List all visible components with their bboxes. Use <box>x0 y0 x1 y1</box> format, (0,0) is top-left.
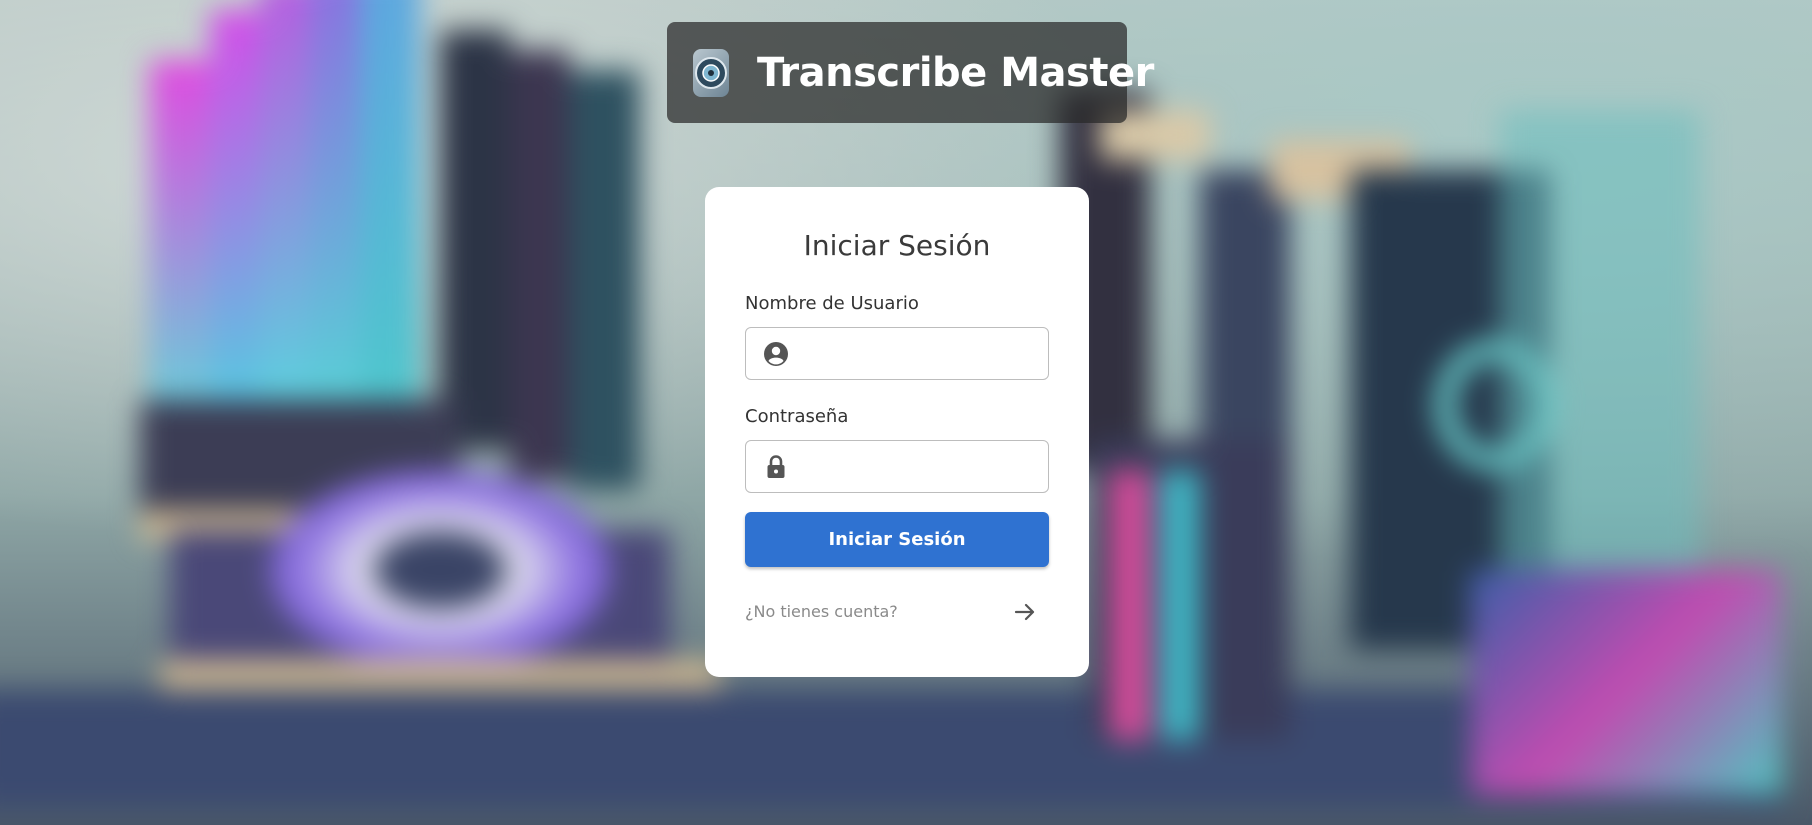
username-input[interactable] <box>800 328 1048 379</box>
username-field[interactable] <box>745 327 1049 380</box>
login-title: Iniciar Sesión <box>803 229 991 262</box>
user-circle-icon <box>762 340 790 368</box>
brand-header: Transcribe Master <box>667 22 1154 123</box>
password-label: Contraseña <box>745 406 849 427</box>
logo-icon <box>693 48 729 97</box>
password-field[interactable] <box>745 440 1049 493</box>
password-input[interactable] <box>800 441 1048 492</box>
app-title: Transcribe Master <box>757 49 1154 96</box>
signup-prompt[interactable]: ¿No tienes cuenta? <box>745 602 898 621</box>
arrow-right-icon[interactable] <box>1010 597 1040 627</box>
login-card: Iniciar Sesión Nombre de Usuario Contras… <box>705 187 1089 677</box>
username-label: Nombre de Usuario <box>745 293 919 314</box>
login-button[interactable]: Iniciar Sesión <box>745 512 1049 567</box>
lock-icon <box>762 453 790 481</box>
